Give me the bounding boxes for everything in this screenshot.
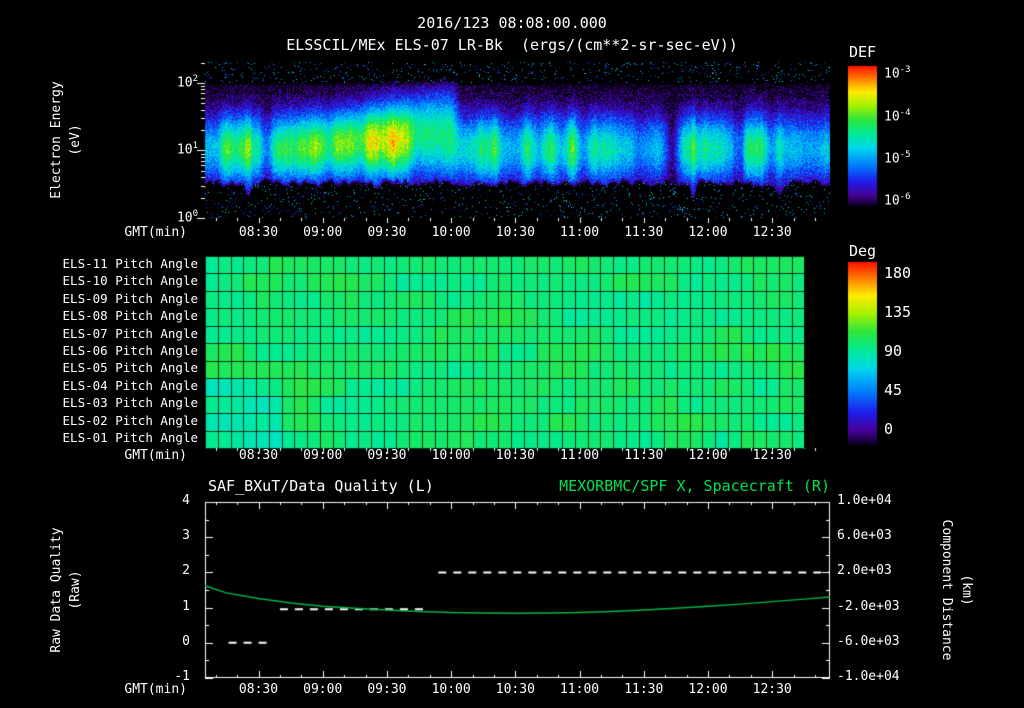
gmt-axis-label-mid: GMT(min) — [124, 448, 187, 463]
colorbar-deg-title: Deg — [849, 242, 877, 260]
gmt-axis-label-bottom: GMT(min) — [124, 682, 187, 697]
plot-canvas — [0, 0, 1024, 708]
colorbar-def-title: DEF — [849, 43, 877, 61]
gmt-axis-label-top: GMT(min) — [124, 225, 187, 240]
bottom-right-series-title: MEXORBMC/SPF X, Spacecraft (R) — [559, 477, 830, 495]
distance-y-axis-title: Component Distance — [939, 519, 954, 661]
distance-y-axis-units: (km) — [959, 574, 974, 606]
bottom-left-series-title: SAF_BXuT/Data Quality (L) — [208, 477, 434, 495]
quality-y-axis-title: Raw Data Quality — [49, 527, 64, 653]
spec-y-axis-title: Electron Energy — [49, 81, 64, 199]
spec-y-axis-units: (eV) — [68, 124, 83, 156]
page-title-datetime: 2016/123 08:08:00.000 — [417, 14, 607, 32]
quality-y-axis-units: (Raw) — [68, 570, 83, 610]
